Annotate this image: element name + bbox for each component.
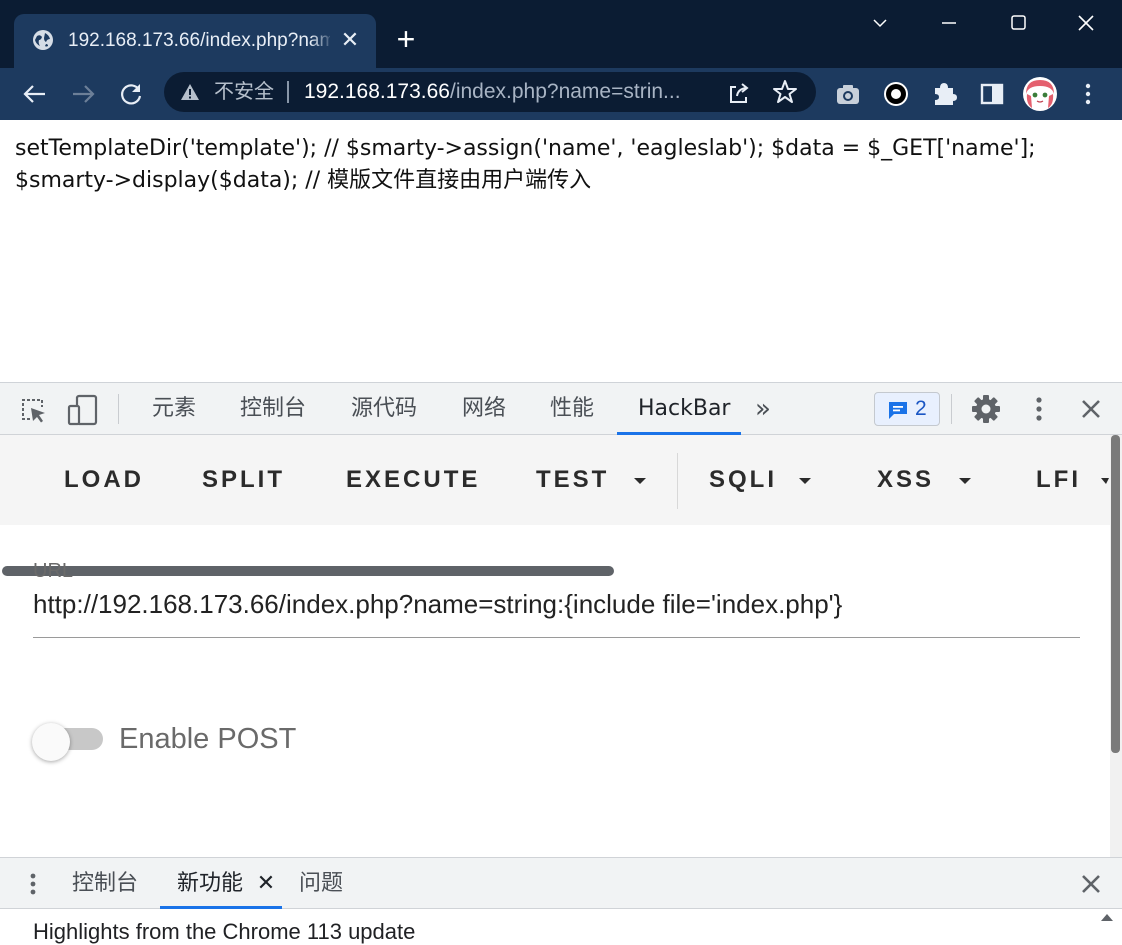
chevron-down-icon[interactable] bbox=[857, 8, 903, 40]
url-input-underline bbox=[33, 637, 1080, 638]
enable-post-label[interactable]: Enable POST bbox=[119, 721, 296, 757]
address-bar[interactable]: 不安全 192.168.173.66/index.php?name=strin.… bbox=[164, 72, 816, 112]
close-devtools-icon[interactable] bbox=[1076, 394, 1106, 424]
back-arrow-icon[interactable] bbox=[17, 76, 53, 112]
execute-button[interactable]: EXECUTE bbox=[346, 465, 480, 495]
tab-console[interactable]: 控制台 bbox=[240, 394, 306, 424]
warning-triangle-icon[interactable] bbox=[180, 82, 200, 102]
devtools-tab-bar: 元素 控制台 源代码 网络 性能 HackBar » 2 bbox=[0, 383, 1122, 435]
message-icon bbox=[889, 402, 907, 419]
drawer-menu-icon[interactable] bbox=[22, 870, 44, 900]
test-dropdown-caret-icon[interactable] bbox=[634, 478, 646, 484]
forward-arrow-icon[interactable] bbox=[65, 76, 101, 112]
tab-performance[interactable]: 性能 bbox=[550, 394, 594, 424]
address-url[interactable]: 192.168.173.66/index.php?name=strin... bbox=[304, 80, 712, 104]
drawer-tab-whats-new[interactable]: 新功能 bbox=[177, 869, 243, 899]
reload-icon[interactable] bbox=[113, 76, 149, 112]
close-tab-icon[interactable]: ✕ bbox=[255, 870, 277, 896]
issues-count: 2 bbox=[915, 397, 927, 420]
split-button[interactable]: SPLIT bbox=[202, 465, 285, 495]
inspect-element-icon[interactable] bbox=[18, 395, 48, 425]
toolbar-divider bbox=[951, 394, 952, 424]
menu-icon[interactable] bbox=[1070, 76, 1106, 112]
more-options-icon[interactable] bbox=[1026, 393, 1052, 425]
test-button[interactable]: TEST bbox=[536, 465, 609, 495]
camera-icon[interactable] bbox=[830, 76, 866, 112]
browser-toolbar: 不安全 192.168.173.66/index.php?name=strin.… bbox=[0, 68, 1122, 120]
url-path: /index.php?name=strin... bbox=[449, 80, 681, 103]
xss-button[interactable]: XSS bbox=[877, 465, 934, 495]
more-tabs-icon[interactable]: » bbox=[755, 394, 771, 424]
toolbar-divider bbox=[118, 394, 119, 424]
tab-hackbar[interactable]: HackBar bbox=[638, 394, 730, 424]
puzzle-icon[interactable] bbox=[926, 76, 962, 112]
issues-badge[interactable]: 2 bbox=[874, 392, 940, 426]
sqli-dropdown-caret-icon[interactable] bbox=[799, 478, 811, 484]
page-text-line: $smarty->display($data); // 模版文件直接由用户端传入 bbox=[15, 168, 592, 193]
horizontal-scrollbar[interactable] bbox=[2, 566, 614, 576]
url-input[interactable]: http://192.168.173.66/index.php?name=str… bbox=[33, 587, 1080, 621]
vertical-scrollbar-thumb[interactable] bbox=[1111, 435, 1120, 753]
minimize-icon[interactable] bbox=[926, 8, 972, 40]
url-label: URL bbox=[33, 560, 74, 582]
close-icon[interactable] bbox=[1063, 8, 1109, 40]
drawer-tab-console[interactable]: 控制台 bbox=[72, 869, 138, 899]
share-icon[interactable] bbox=[726, 80, 752, 106]
whats-new-heading: Highlights from the Chrome 113 update bbox=[33, 919, 416, 944]
vertical-scrollbar[interactable] bbox=[1110, 435, 1122, 857]
circle-extension-icon[interactable] bbox=[878, 76, 914, 112]
xss-dropdown-caret-icon[interactable] bbox=[959, 478, 971, 484]
drawer-tab-bar: 控制台 新功能 ✕ 问题 bbox=[0, 857, 1122, 909]
sidepanel-icon[interactable] bbox=[974, 76, 1010, 112]
tab-close-icon[interactable]: ✕ bbox=[338, 28, 362, 52]
enable-post-toggle-knob[interactable] bbox=[32, 723, 70, 761]
lfi-dropdown-caret-icon[interactable] bbox=[1101, 478, 1109, 484]
tab-title-fade bbox=[310, 26, 334, 56]
omnibox-divider bbox=[287, 81, 289, 103]
browser-title-bar: 192.168.173.66/index.php?name=string:{in… bbox=[0, 0, 1122, 68]
lfi-button[interactable]: LFI bbox=[1036, 465, 1081, 495]
page-content: setTemplateDir('template'); // $smarty->… bbox=[0, 120, 1122, 382]
globe-icon bbox=[33, 30, 53, 50]
close-drawer-icon[interactable] bbox=[1076, 869, 1106, 899]
bookmark-star-icon[interactable] bbox=[772, 79, 798, 105]
settings-gear-icon[interactable] bbox=[970, 393, 1002, 425]
hackbar-toolbar: LOAD SPLIT EXECUTE TEST SQLI XSS LFI bbox=[0, 435, 1110, 576]
hackbar-divider bbox=[677, 453, 678, 509]
drawer-active-tab-indicator bbox=[160, 906, 282, 909]
avatar[interactable] bbox=[1022, 76, 1058, 112]
scroll-up-arrow-icon[interactable] bbox=[1098, 911, 1116, 929]
tab-sources[interactable]: 源代码 bbox=[351, 394, 417, 424]
tab-title: 192.168.173.66/index.php?name=string:{in… bbox=[68, 30, 330, 51]
load-button[interactable]: LOAD bbox=[64, 465, 144, 495]
tab-network[interactable]: 网络 bbox=[462, 394, 506, 424]
page-text-line: setTemplateDir('template'); // $smarty->… bbox=[15, 136, 1036, 161]
new-tab-button[interactable]: + bbox=[390, 23, 422, 56]
device-toolbar-icon[interactable] bbox=[66, 393, 100, 427]
browser-tab[interactable]: 192.168.173.66/index.php?name=string:{in… bbox=[14, 14, 376, 68]
url-host: 192.168.173.66 bbox=[304, 80, 450, 103]
drawer-tab-issues[interactable]: 问题 bbox=[299, 869, 343, 899]
maximize-icon[interactable] bbox=[995, 8, 1041, 40]
sqli-button[interactable]: SQLI bbox=[709, 465, 777, 495]
security-label[interactable]: 不安全 bbox=[214, 80, 274, 104]
devtools-panel: 元素 控制台 源代码 网络 性能 HackBar » 2 LOAD SPLIT … bbox=[0, 382, 1122, 944]
tab-elements[interactable]: 元素 bbox=[152, 394, 196, 424]
